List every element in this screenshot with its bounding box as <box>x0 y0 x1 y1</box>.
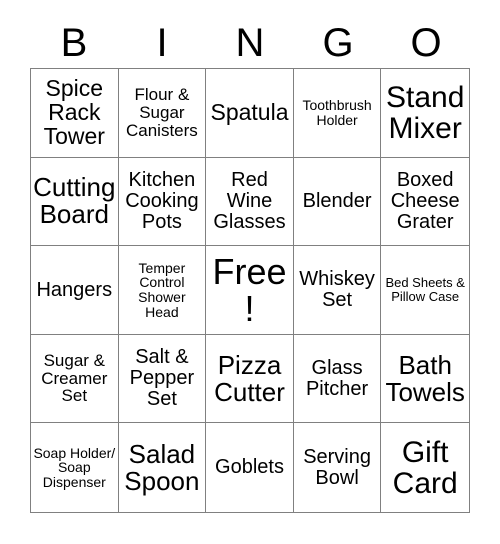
bingo-cell-label: Spatula <box>210 98 289 125</box>
bingo-cell[interactable]: Flour & Sugar Canisters <box>118 69 207 158</box>
bingo-cell[interactable]: Red Wine Glasses <box>206 157 294 247</box>
header-letter-n: N <box>206 18 294 68</box>
header-letter-text: O <box>410 21 442 65</box>
bingo-free-space[interactable]: Free! <box>206 246 294 335</box>
bingo-cell[interactable]: Sugar & Creamer Set <box>31 334 119 424</box>
bingo-cell[interactable]: Salad Spoon <box>118 423 207 512</box>
bingo-cell-label: Temper Control Shower Head <box>138 259 186 320</box>
bingo-cell[interactable]: Bed Sheets & Pillow Case <box>381 246 469 335</box>
bingo-cell[interactable]: Spatula <box>206 69 294 158</box>
header-letter-text: N <box>235 21 265 65</box>
bingo-cell[interactable]: Pizza Cutter <box>206 334 294 424</box>
header-letter-g: G <box>294 18 382 68</box>
header-letter-text: I <box>156 21 168 65</box>
bingo-cell[interactable]: Gift Card <box>381 423 469 512</box>
bingo-cell-label: Cutting Board <box>33 172 116 230</box>
bingo-cell-label: Salt & Pepper Set <box>129 346 195 410</box>
bingo-cell-label: Kitchen Cooking Pots <box>125 169 199 233</box>
bingo-cell-label: Pizza Cutter <box>214 349 285 407</box>
bingo-cell-label: Flour & Sugar Canisters <box>125 85 198 140</box>
bingo-grid: Spice Rack Tower Flour & Sugar Canisters S… <box>30 68 470 513</box>
bingo-cell-label: Salad Spoon <box>124 438 200 496</box>
bingo-cell[interactable]: Glass Pitcher <box>293 334 382 424</box>
bingo-cell[interactable]: Boxed Cheese Grater <box>381 157 469 247</box>
bingo-cell-label: Stand Mixer <box>385 80 465 145</box>
bingo-cell-label: Serving Bowl <box>303 445 371 489</box>
bingo-cell-label: Bed Sheets & Pillow Case <box>385 275 465 304</box>
header-letter-b: B <box>30 18 118 68</box>
bingo-cell-label: Free! <box>212 250 287 329</box>
header-letter-text: G <box>322 21 354 65</box>
bingo-card: B I N G O Spice Rack Tower Flour & Sugar … <box>0 0 500 544</box>
bingo-cell[interactable]: Serving Bowl <box>293 423 382 512</box>
bingo-cell-label: Red Wine Glasses <box>213 169 286 233</box>
bingo-cell-label: Blender <box>302 189 372 212</box>
bingo-cell-label: Boxed Cheese Grater <box>390 169 460 233</box>
bingo-cell[interactable]: Salt & Pepper Set <box>118 334 207 424</box>
bingo-cell[interactable]: Blender <box>293 157 382 247</box>
bingo-cell-label: Gift Card <box>392 435 458 500</box>
bingo-cell[interactable]: Toothbrush Holder <box>293 69 382 158</box>
bingo-cell-label: Bath Towels <box>385 349 465 407</box>
bingo-cell-label: Goblets <box>215 456 284 479</box>
bingo-header: B I N G O <box>30 18 470 68</box>
header-letter-text: B <box>60 21 88 65</box>
bingo-cell-label: Spice Rack Tower <box>43 74 105 149</box>
bingo-cell[interactable]: Whiskey Set <box>293 246 382 335</box>
bingo-cell[interactable]: Goblets <box>206 423 294 512</box>
bingo-cell-label: Hangers <box>36 278 113 301</box>
bingo-cell-label: Toothbrush Holder <box>302 97 372 128</box>
bingo-cell[interactable]: Temper Control Shower Head <box>118 246 207 335</box>
bingo-cell[interactable]: Hangers <box>31 246 119 335</box>
bingo-cell-label: Soap Holder/ Soap Dispenser <box>33 444 116 490</box>
header-letter-i: I <box>118 18 206 68</box>
header-letter-o: O <box>382 18 470 68</box>
bingo-cell-label: Glass Pitcher <box>305 356 369 400</box>
bingo-cell[interactable]: Stand Mixer <box>381 69 469 158</box>
bingo-cell-label: Sugar & Creamer Set <box>41 351 108 406</box>
bingo-cell[interactable]: Kitchen Cooking Pots <box>118 157 207 247</box>
bingo-cell-label: Whiskey Set <box>299 268 375 311</box>
bingo-cell[interactable]: Spice Rack Tower <box>31 69 119 158</box>
bingo-cell[interactable]: Soap Holder/ Soap Dispenser <box>31 423 119 512</box>
bingo-cell[interactable]: Bath Towels <box>381 334 469 424</box>
bingo-cell[interactable]: Cutting Board <box>31 157 119 247</box>
